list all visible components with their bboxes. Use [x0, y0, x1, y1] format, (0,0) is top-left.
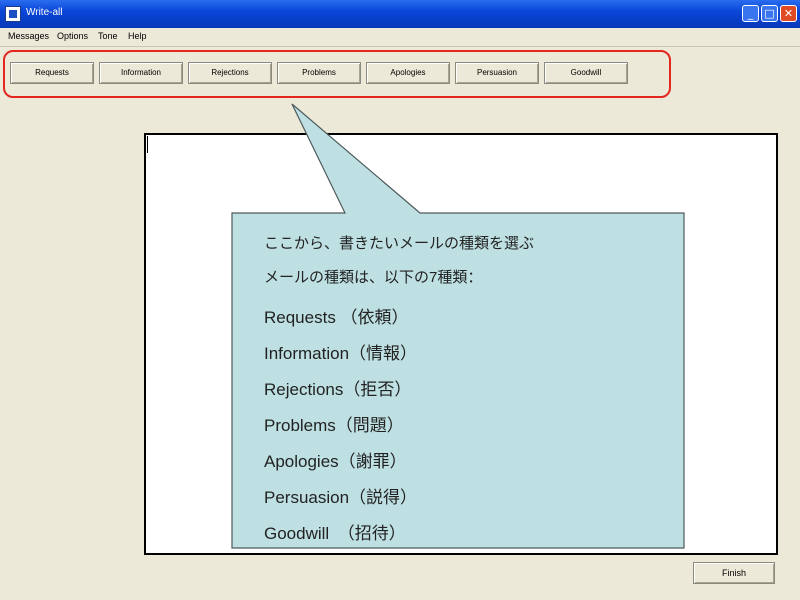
window-title: Write-all [26, 7, 63, 18]
callout-item: Information（情報） [264, 344, 418, 363]
close-icon[interactable]: ✕ [780, 5, 797, 22]
callout-instruction: ここから、書きたいメールの種類を選ぶ [264, 235, 535, 252]
menu-tone[interactable]: Tone [98, 31, 118, 41]
rejections-button[interactable]: Rejections [188, 62, 272, 84]
callout-item: Goodwill （招待） [264, 524, 406, 543]
maximize-icon[interactable]: □ [761, 5, 778, 22]
problems-button[interactable]: Problems [277, 62, 361, 84]
menu-options[interactable]: Options [57, 31, 88, 41]
callout-item: Problems（問題） [264, 416, 404, 435]
menu-bar: Messages Options Tone Help [0, 28, 800, 47]
callout-item: Persuasion（説得） [264, 488, 418, 507]
persuasion-button[interactable]: Persuasion [455, 62, 539, 84]
title-bar: Write-all _ □ ✕ [0, 0, 800, 28]
callout-item: Requests （依頼） [264, 308, 409, 327]
menu-messages[interactable]: Messages [8, 31, 49, 41]
callout-item: Rejections（拒否） [264, 380, 412, 399]
message-editor[interactable] [144, 133, 778, 555]
callout-subtitle: メールの種類は、以下の7種類： [264, 269, 483, 286]
minimize-icon[interactable]: _ [742, 5, 759, 22]
menu-help[interactable]: Help [128, 31, 147, 41]
requests-button[interactable]: Requests [10, 62, 94, 84]
app-icon [5, 6, 21, 22]
text-caret [147, 136, 148, 153]
goodwill-button[interactable]: Goodwill [544, 62, 628, 84]
callout-item: Apologies（謝罪） [264, 452, 407, 471]
apologies-button[interactable]: Apologies [366, 62, 450, 84]
finish-button[interactable]: Finish [693, 562, 775, 584]
information-button[interactable]: Information [99, 62, 183, 84]
